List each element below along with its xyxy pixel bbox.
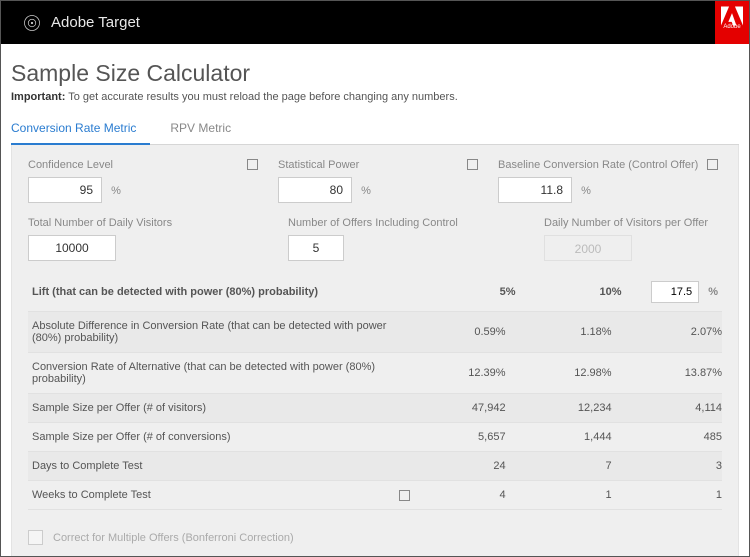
row-val-3: 4,114	[626, 394, 722, 423]
baseline-input[interactable]	[498, 177, 572, 203]
row-val-3: 3	[626, 452, 722, 481]
table-row: Absolute Difference in Conversion Rate (…	[28, 312, 722, 353]
table-row: Days to Complete Test2473	[28, 452, 722, 481]
row-val-3: 1	[626, 481, 722, 510]
field-offers: Number of Offers Including Control	[288, 217, 518, 261]
row-val-2: 12.98%	[520, 353, 626, 394]
row-val-1: 24	[414, 452, 520, 481]
table-row: Sample Size per Offer (# of conversions)…	[28, 423, 722, 452]
lift-col-2: 10%	[520, 273, 626, 312]
lift-header-row: Lift (that can be detected with power (8…	[28, 273, 722, 312]
row-val-3: 13.87%	[626, 353, 722, 394]
input-row-1: Confidence Level % Statistical Power % B…	[28, 159, 722, 203]
lift-col-3: %	[626, 273, 722, 312]
note-text: To get accurate results you must reload …	[68, 91, 458, 103]
important-note: Important: To get accurate results you m…	[11, 91, 739, 103]
table-row: Sample Size per Offer (# of visitors)47,…	[28, 394, 722, 423]
lift-unit: %	[708, 286, 718, 298]
row-label: Days to Complete Test	[28, 452, 414, 481]
anchor-icon[interactable]	[247, 159, 258, 170]
table-row: Weeks to Complete Test411	[28, 481, 722, 510]
row-val-1: 0.59%	[414, 312, 520, 353]
calculator-panel: Confidence Level % Statistical Power % B…	[11, 145, 739, 557]
row-val-2: 7	[520, 452, 626, 481]
anchor-icon[interactable]	[467, 159, 478, 170]
input-row-2: Total Number of Daily Visitors Number of…	[28, 217, 722, 261]
row-val-1: 12.39%	[414, 353, 520, 394]
bonferroni-row: Correct for Multiple Offers (Bonferroni …	[28, 530, 722, 545]
confidence-unit: %	[111, 185, 121, 197]
row-val-1: 5,657	[414, 423, 520, 452]
row-val-2: 1,444	[520, 423, 626, 452]
row-val-1: 4	[414, 481, 520, 510]
offers-input[interactable]	[288, 235, 344, 261]
page-title: Sample Size Calculator	[11, 60, 739, 87]
row-val-3: 2.07%	[626, 312, 722, 353]
tab-conversion-rate[interactable]: Conversion Rate Metric	[11, 115, 150, 145]
field-baseline: Baseline Conversion Rate (Control Offer)…	[498, 159, 722, 203]
brand: Adobe Target	[23, 14, 140, 32]
row-val-1: 47,942	[414, 394, 520, 423]
confidence-label: Confidence Level	[28, 159, 278, 171]
table-row: Conversion Rate of Alternative (that can…	[28, 353, 722, 394]
field-power: Statistical Power %	[278, 159, 498, 203]
app-frame: { "header": { "product": "Adobe Target",…	[0, 0, 750, 557]
row-label: Sample Size per Offer (# of visitors)	[28, 394, 414, 423]
anchor-icon[interactable]	[399, 490, 410, 501]
power-label: Statistical Power	[278, 159, 498, 171]
confidence-input[interactable]	[28, 177, 102, 203]
note-label: Important:	[11, 91, 65, 103]
product-name: Adobe Target	[51, 14, 140, 31]
row-val-2: 1	[520, 481, 626, 510]
bonferroni-label: Correct for Multiple Offers (Bonferroni …	[53, 532, 294, 544]
field-per-offer: Daily Number of Visitors per Offer 2000	[518, 217, 722, 261]
adobe-logo-text: Adobe	[721, 24, 743, 30]
per-offer-label: Daily Number of Visitors per Offer	[544, 217, 722, 229]
lift-input[interactable]	[651, 281, 699, 303]
lift-header-label: Lift (that can be detected with power (8…	[28, 273, 414, 312]
tabs: Conversion Rate Metric RPV Metric	[11, 115, 739, 145]
row-label: Weeks to Complete Test	[28, 481, 414, 510]
row-val-2: 12,234	[520, 394, 626, 423]
offers-label: Number of Offers Including Control	[288, 217, 518, 229]
anchor-icon[interactable]	[707, 159, 718, 170]
row-label: Absolute Difference in Conversion Rate (…	[28, 312, 414, 353]
field-visitors: Total Number of Daily Visitors	[28, 217, 288, 261]
power-input[interactable]	[278, 177, 352, 203]
field-confidence: Confidence Level %	[28, 159, 278, 203]
results-table: Lift (that can be detected with power (8…	[28, 273, 722, 510]
power-unit: %	[361, 185, 371, 197]
top-bar: Adobe Target Adobe	[1, 1, 749, 44]
lift-col-1: 5%	[414, 273, 520, 312]
adobe-logo: Adobe	[715, 1, 749, 44]
baseline-label: Baseline Conversion Rate (Control Offer)	[498, 159, 722, 171]
visitors-input[interactable]	[28, 235, 116, 261]
visitors-label: Total Number of Daily Visitors	[28, 217, 288, 229]
row-val-2: 1.18%	[520, 312, 626, 353]
tab-rpv[interactable]: RPV Metric	[170, 115, 245, 144]
main-content: Sample Size Calculator Important: To get…	[1, 44, 749, 557]
row-label: Sample Size per Offer (# of conversions)	[28, 423, 414, 452]
target-icon	[23, 14, 41, 32]
row-label: Conversion Rate of Alternative (that can…	[28, 353, 414, 394]
per-offer-value: 2000	[544, 235, 632, 261]
row-val-3: 485	[626, 423, 722, 452]
bonferroni-checkbox[interactable]	[28, 530, 43, 545]
baseline-unit: %	[581, 185, 591, 197]
